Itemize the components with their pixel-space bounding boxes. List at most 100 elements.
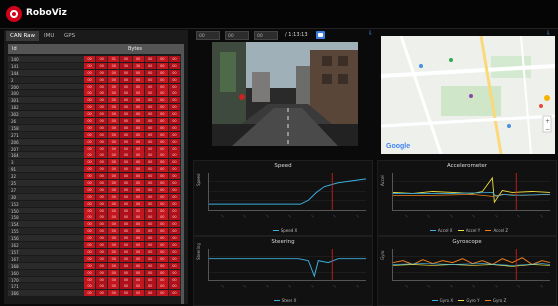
table-row[interactable]: 302 00 00 00 00 00 00 00 00	[8, 111, 184, 119]
can-id: 152	[11, 201, 19, 207]
camera-video[interactable]	[212, 42, 358, 146]
table-row[interactable]: 200 00 00 00 00 00 00 00 00	[8, 83, 184, 91]
byte-cell: 00	[168, 111, 180, 118]
time-select-minutes[interactable]: 00	[225, 31, 249, 40]
byte-cell: 00	[132, 104, 144, 111]
byte-cell: 00	[168, 186, 180, 193]
camera-icon[interactable]	[316, 31, 325, 39]
tab-gps[interactable]: GPS	[60, 31, 79, 41]
table-row[interactable]: 144 00 00 00 00 00 00 00 00	[8, 69, 184, 77]
byte-cell: 00	[144, 104, 156, 111]
column-header-bytes[interactable]: Bytes	[128, 46, 142, 52]
table-row[interactable]: 154 00 00 00 00 00 00 00 00	[8, 221, 184, 229]
table-row[interactable]: 160 00 00 00 00 00 00 00 00	[8, 269, 184, 277]
byte-cell: 00	[108, 124, 120, 131]
table-row[interactable]: 157 00 00 00 00 00 00 00 00	[8, 248, 184, 256]
table-row[interactable]: 300 00 00 00 00 00 00 00 00	[8, 90, 184, 98]
table-row[interactable]: 27 00 00 00 00 00 00 00 00	[8, 186, 184, 194]
byte-cell: 00	[132, 83, 144, 90]
byte-cell: 00	[84, 186, 96, 193]
table-row[interactable]: 156 00 00 00 00 00 00 00 00	[8, 235, 184, 243]
table-row[interactable]: 158 00 00 00 00 00 00 00 00	[8, 124, 184, 132]
time-select-hours[interactable]: 00	[196, 31, 220, 40]
can-table-body: 140 00 00 01 00 00 00 00 00 141 00 00 00 30 30 00 00 00 14…	[8, 56, 184, 304]
byte-cell: 00	[120, 248, 132, 255]
table-row[interactable]: 150 00 00 00 00 00 00 00 00	[8, 207, 184, 215]
tab-imu[interactable]: IMU	[40, 31, 58, 41]
column-header-id[interactable]: Id	[12, 46, 17, 52]
table-row[interactable]: 301 00 00 00 00 00 00 00 00	[8, 97, 184, 105]
byte-cell: 00	[120, 124, 132, 131]
can-id: 200	[11, 84, 19, 90]
byte-cell: 00	[144, 262, 156, 269]
table-row[interactable]: 25 00 00 00 00 00 00 00 00	[8, 180, 184, 187]
table-row[interactable]: 168 00 00 00 00 00 00 00 00	[8, 262, 184, 270]
table-row[interactable]: 171 00 00 00 00 00 00 00 00	[8, 283, 184, 291]
table-row[interactable]: 166 00 00 00 00 00 00 00 00	[8, 290, 184, 298]
legend-item[interactable]: Accel Y	[466, 228, 480, 233]
table-row[interactable]: 158 00 00 00 00 00 00 00 00	[8, 214, 184, 222]
can-id: 182	[11, 105, 19, 111]
table-row[interactable]: 155 00 00 00 00 00 00 00 00	[8, 228, 184, 236]
table-row[interactable]: 3 00 00 00 00 00 00 00 00	[8, 159, 184, 167]
byte-cell: 00	[96, 83, 108, 90]
byte-cell: 00	[156, 83, 168, 90]
gyroscope-plot[interactable]	[392, 249, 550, 281]
steering-plot[interactable]	[208, 249, 366, 281]
duration-label: / 1:13:13	[285, 32, 308, 38]
map-view[interactable]: Google + −	[381, 36, 555, 154]
legend-item[interactable]: Accel X	[438, 228, 453, 233]
table-row[interactable]: 170 00 00 00 00 00 00 00 00	[8, 276, 184, 284]
accelerometer-plot[interactable]	[392, 173, 550, 211]
table-row[interactable]: 91 00 00 00 00 00 00 00 00	[8, 166, 184, 174]
y-axis-label: Speed	[196, 173, 201, 187]
byte-cell: 00	[96, 290, 108, 297]
legend-item[interactable]: Gyro X	[440, 298, 453, 303]
byte-cell: 00	[168, 69, 180, 76]
legend-item[interactable]: Speed X	[281, 228, 298, 233]
table-row[interactable]: 140 00 00 01 00 00 00 00 00	[8, 56, 184, 63]
tab-can-raw[interactable]: CAN Raw	[6, 31, 40, 41]
table-row[interactable]: 162 00 00 00 00 00 00 00 00	[8, 242, 184, 249]
can-id: 164	[11, 153, 19, 159]
accelerometer-chart-panel: Accelerometer Accel — — — — — — — Accel X Acce…	[377, 160, 557, 236]
byte-cell: 00	[156, 159, 168, 166]
table-row[interactable]: 152 00 00 00 00 00 00 00 00	[8, 200, 184, 208]
table-row[interactable]: 2 00 00 00 00 00 00 00 00	[8, 76, 184, 84]
byte-cell: 00	[108, 104, 120, 111]
byte-cell: 00	[96, 56, 108, 62]
byte-cell: 00	[156, 180, 168, 187]
table-row[interactable]: 22 00 00 00 00 00 00 00 00	[8, 173, 184, 181]
table-row[interactable]: 206 00 00 00 00 00 00 00 00	[8, 138, 184, 146]
player-controls: 00 00 00 / 1:13:13	[196, 30, 374, 40]
legend-item[interactable]: Steer X	[282, 298, 297, 303]
byte-cell: 00	[108, 269, 120, 276]
table-row[interactable]: 182 00 00 00 00 00 00 00 00	[8, 104, 184, 112]
speed-plot[interactable]	[208, 173, 366, 211]
download-icon[interactable]: ⇩	[368, 31, 374, 37]
table-row[interactable]: 207 00 00 00 00 00 00 00 00	[8, 145, 184, 153]
table-row[interactable]: 30 00 00 00 00 00 00 00 00	[8, 193, 184, 201]
table-row[interactable]: 141 00 00 00 30 30 00 00 00	[8, 62, 184, 70]
byte-cell: 00	[144, 145, 156, 152]
time-select-seconds[interactable]: 00	[254, 31, 278, 40]
table-row[interactable]: 167 00 00 00 00 00 00 00 00	[8, 255, 184, 263]
byte-cell: 00	[144, 97, 156, 104]
byte-cell: 00	[144, 138, 156, 145]
table-row[interactable]: 164 00 00 00 00 00 00 00 00	[8, 152, 184, 160]
byte-cell: 00	[84, 269, 96, 276]
byte-cell: 00	[168, 166, 180, 173]
table-row[interactable]: 271 00 00 00 00 00 00 00 00	[8, 131, 184, 139]
legend-item[interactable]: Gyro Y	[466, 298, 479, 303]
byte-cell: 00	[84, 255, 96, 262]
byte-cell: 00	[108, 207, 120, 214]
legend-item[interactable]: Gyro Z	[493, 298, 506, 303]
byte-cell: 00	[132, 276, 144, 283]
legend-item[interactable]: Accel Z	[493, 228, 508, 233]
byte-cell: 00	[144, 124, 156, 131]
table-scrollbar[interactable]	[181, 44, 184, 304]
byte-cell: 00	[132, 242, 144, 249]
byte-cell: 00	[168, 104, 180, 111]
byte-cell: 00	[144, 69, 156, 76]
table-row[interactable]: 26 00 00 00 00 00 00 00 00	[8, 118, 184, 125]
